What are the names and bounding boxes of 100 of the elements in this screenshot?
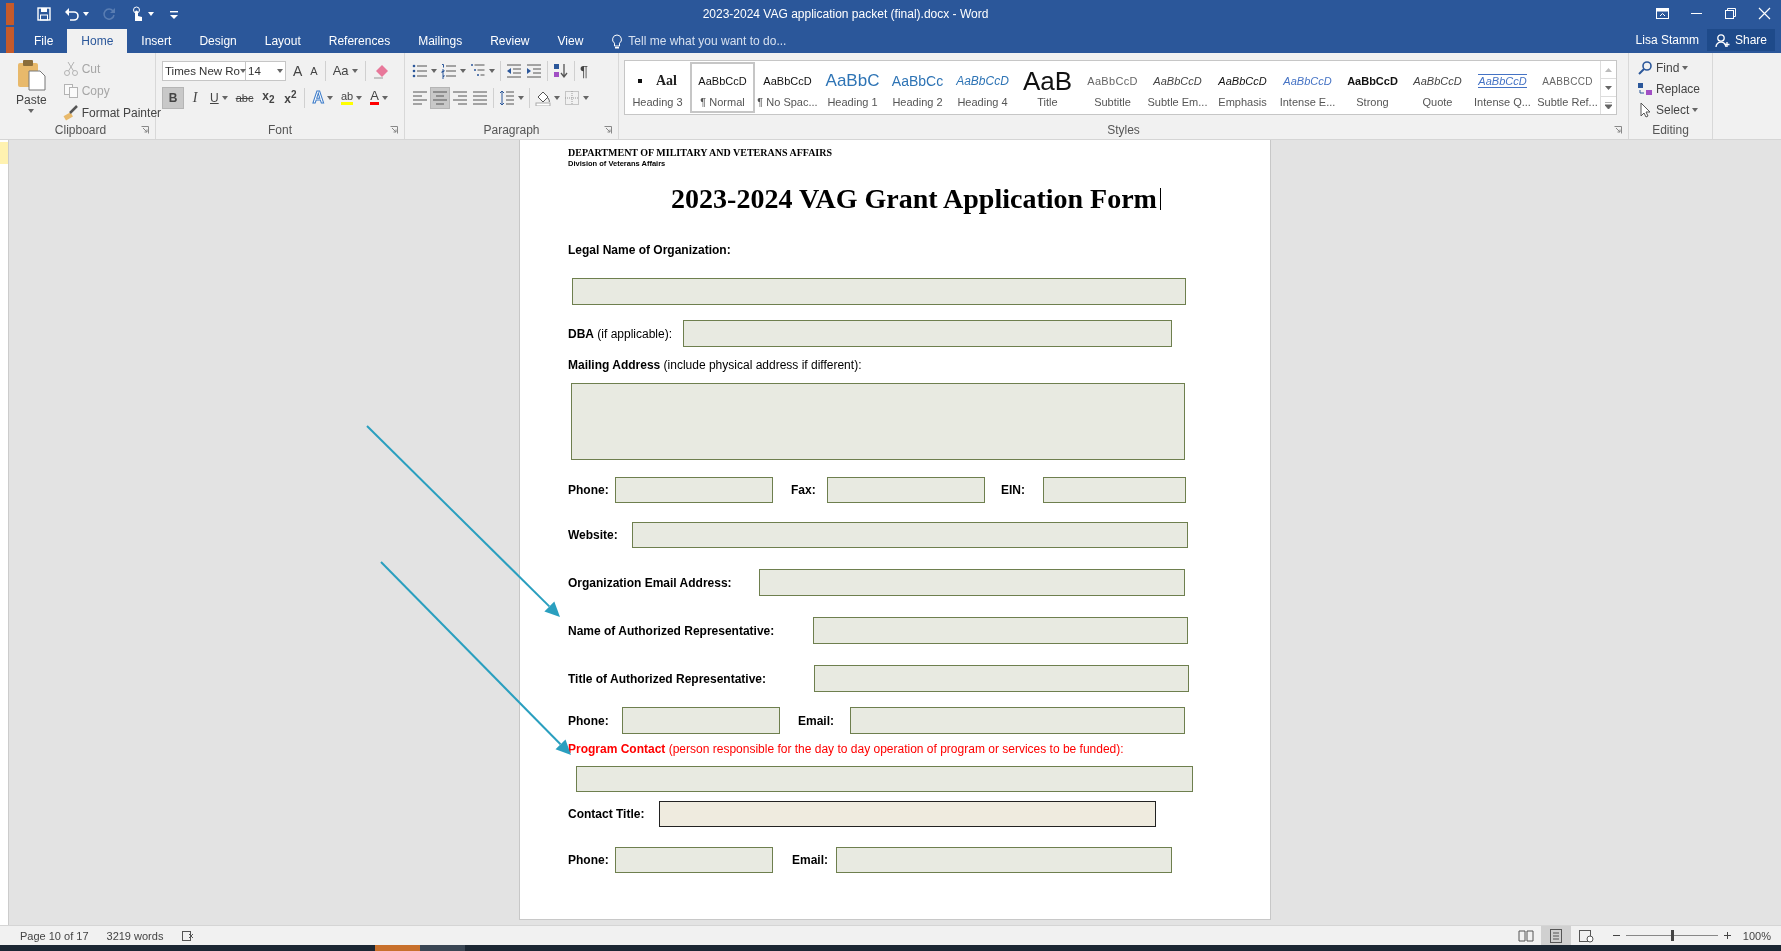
caret-icon bbox=[583, 95, 589, 100]
group-label: Paragraph bbox=[483, 122, 540, 137]
style-option[interactable]: AaBbCcD ¶ No Spac... bbox=[755, 62, 820, 113]
ribbon-tab[interactable]: File bbox=[20, 29, 68, 53]
style-option[interactable]: AaBbCcD Intense Q... bbox=[1470, 62, 1535, 113]
style-option[interactable]: AaBbCc Heading 2 bbox=[885, 62, 950, 113]
plus-icon bbox=[1723, 932, 1731, 939]
font-name-dropdown[interactable]: Times New Ro bbox=[162, 60, 246, 81]
caret-icon bbox=[351, 68, 358, 73]
caret-icon bbox=[356, 95, 363, 100]
dialog-launcher-icon bbox=[141, 125, 149, 134]
form-field[interactable] bbox=[572, 278, 1186, 305]
ribbon-tab[interactable]: Mailings bbox=[404, 29, 477, 53]
form-field[interactable] bbox=[659, 801, 1156, 827]
ribbon-tab[interactable]: View bbox=[543, 29, 598, 53]
form-field[interactable] bbox=[632, 522, 1188, 548]
underline-button[interactable]: U bbox=[206, 86, 232, 109]
redo-icon bbox=[101, 5, 117, 22]
select-button[interactable]: Select bbox=[1633, 100, 1705, 120]
form-field[interactable] bbox=[683, 320, 1172, 347]
dialog-launcher-icon bbox=[604, 125, 612, 134]
style-option[interactable]: AaB Title bbox=[1015, 62, 1080, 113]
form-field[interactable] bbox=[827, 477, 985, 503]
field-label: DBA (if applicable): bbox=[568, 326, 674, 341]
style-option[interactable]: Aal Heading 3 bbox=[625, 62, 690, 113]
page-count: Page 10 of 17 bbox=[20, 929, 89, 942]
style-option[interactable]: AaBbCcD Strong bbox=[1340, 62, 1405, 113]
form-field[interactable] bbox=[622, 707, 780, 734]
paste-button[interactable]: Paste bbox=[10, 57, 53, 120]
field-label: Phone: bbox=[568, 853, 610, 867]
style-option[interactable]: AaBbC Heading 1 bbox=[820, 62, 885, 113]
form-field[interactable] bbox=[1043, 477, 1186, 503]
zoom-slider-thumb[interactable] bbox=[1670, 930, 1674, 941]
italic-button[interactable]: I bbox=[184, 86, 206, 109]
find-button[interactable]: Find bbox=[1633, 58, 1705, 78]
form-field[interactable] bbox=[814, 665, 1189, 692]
field-label: EIN: bbox=[1001, 483, 1026, 497]
more-styles-icon bbox=[1605, 102, 1612, 109]
tell-me-field[interactable]: Tell me what you want to do... bbox=[605, 29, 793, 53]
ribbon-tab[interactable]: Layout bbox=[250, 29, 315, 53]
caret-icon bbox=[1682, 66, 1689, 70]
grow-font-button[interactable]: A bbox=[289, 59, 307, 82]
shrink-font-button[interactable]: A bbox=[306, 59, 322, 82]
style-option[interactable]: AaBbCcD Heading 4 bbox=[950, 62, 1015, 113]
word-count: 3219 words bbox=[106, 929, 164, 942]
align-center-button[interactable] bbox=[430, 86, 450, 109]
field-label: Contact Title: bbox=[568, 807, 646, 821]
share-button[interactable]: Share bbox=[1706, 29, 1775, 51]
paint-bucket-icon bbox=[535, 89, 551, 106]
style-option[interactable]: AaBbCcD Subtle Em... bbox=[1145, 62, 1210, 113]
highlight-button[interactable]: ab bbox=[337, 86, 367, 109]
superscript-button[interactable]: x$^{2}$ bbox=[279, 86, 302, 109]
style-option[interactable]: AaBbCcD Quote bbox=[1405, 62, 1470, 113]
zoom-level: 100% bbox=[1742, 929, 1771, 942]
ribbon-tab[interactable]: Review bbox=[476, 29, 544, 53]
borders-icon bbox=[564, 89, 580, 106]
form-field[interactable] bbox=[836, 847, 1172, 873]
field-label: Email: bbox=[798, 713, 835, 728]
lightbulb-icon bbox=[611, 33, 624, 49]
ribbon-tab[interactable]: Insert bbox=[127, 29, 186, 53]
text-area-field[interactable] bbox=[571, 383, 1185, 460]
magnifier-icon bbox=[1637, 60, 1653, 76]
caret-icon bbox=[240, 68, 246, 73]
form-field[interactable] bbox=[813, 617, 1188, 644]
dialog-launcher-icon bbox=[390, 125, 398, 134]
caret-icon bbox=[28, 109, 35, 113]
style-option[interactable]: AaBbCcD Emphasis bbox=[1210, 62, 1275, 113]
font-color-button[interactable]: A bbox=[366, 86, 392, 109]
style-option[interactable]: AaBbCcD Intense E... bbox=[1275, 62, 1340, 113]
form-field[interactable] bbox=[615, 477, 773, 503]
subscript-button[interactable]: x$_{2}$ bbox=[257, 86, 280, 109]
form-field[interactable] bbox=[850, 707, 1185, 734]
field-label: Legal Name of Organization: bbox=[568, 243, 731, 257]
show-marks-button[interactable]: ¶ bbox=[578, 59, 591, 82]
change-case-button[interactable]: Aa bbox=[328, 59, 362, 82]
ribbon-tab[interactable]: Design bbox=[185, 29, 251, 53]
caret-icon bbox=[83, 11, 89, 16]
strike-button[interactable]: abc bbox=[231, 86, 258, 109]
style-option[interactable]: AaBbCcD ¶ Normal bbox=[690, 62, 755, 113]
bold-button[interactable]: B bbox=[162, 86, 184, 109]
font-size-dropdown[interactable]: 14 bbox=[246, 60, 286, 81]
form-field[interactable] bbox=[759, 569, 1185, 596]
line-spacing-icon bbox=[499, 89, 515, 106]
field-label: Title of Authorized Representative: bbox=[568, 671, 768, 686]
window-edge bbox=[6, 2, 14, 25]
taskbar-app bbox=[375, 945, 420, 951]
group-label: Styles bbox=[1107, 122, 1140, 137]
scroll-up-icon bbox=[1605, 67, 1612, 72]
ribbon-tab[interactable]: Home bbox=[67, 29, 128, 53]
field-label: Program Contact (person responsible for the day to day operation of program or services to be funded): bbox=[568, 742, 1124, 756]
ribbon-tab[interactable]: References bbox=[314, 29, 405, 53]
style-option[interactable]: AABBCCD Subtle Ref... bbox=[1535, 62, 1600, 113]
form-field[interactable] bbox=[576, 766, 1193, 792]
replace-button[interactable]: Replace bbox=[1633, 79, 1705, 99]
align-right-icon bbox=[452, 89, 468, 106]
style-option[interactable]: AaBbCcD Subtitle bbox=[1080, 62, 1145, 113]
caret-icon bbox=[554, 95, 560, 100]
print-view-button[interactable] bbox=[1540, 926, 1571, 945]
field-label: Name of Authorized Representative: bbox=[568, 623, 776, 638]
form-field[interactable] bbox=[615, 847, 773, 873]
